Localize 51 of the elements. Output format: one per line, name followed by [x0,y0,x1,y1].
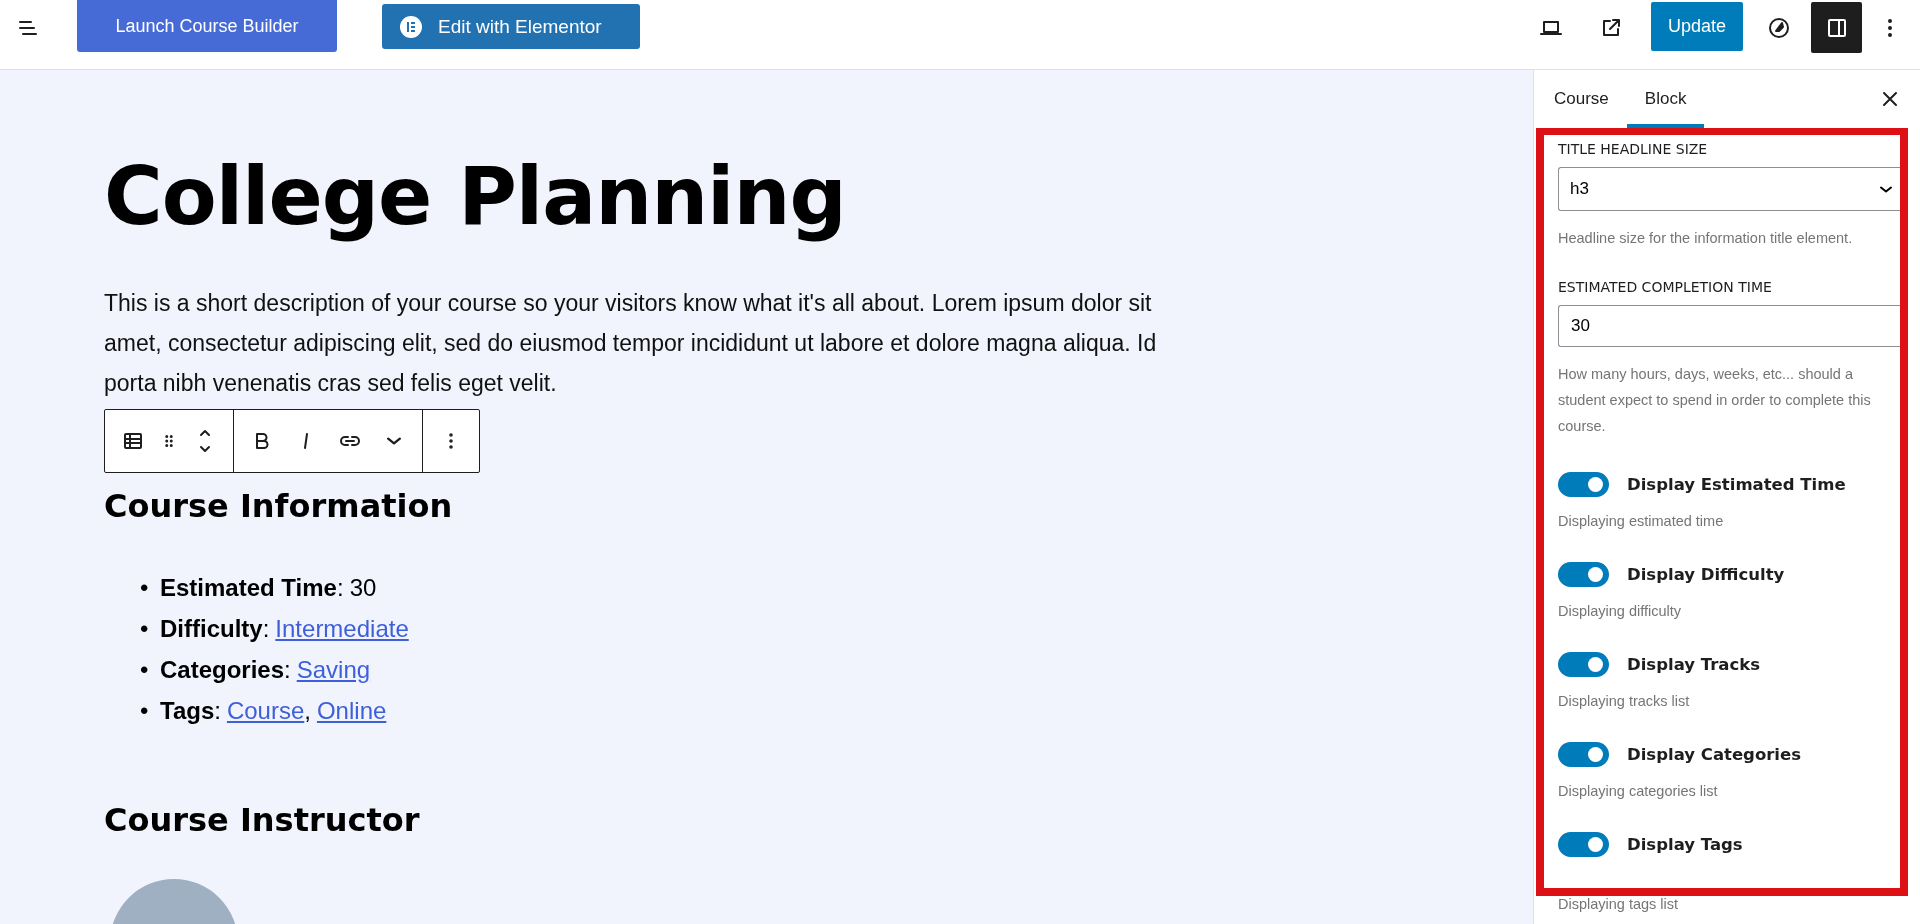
settings-panel-button[interactable] [1811,2,1862,53]
toggle-label: Display Tracks [1627,655,1761,674]
toggle-label: Display Tags [1627,835,1743,854]
bullet: • [140,696,150,726]
course-title: College Planning [104,150,847,243]
term-link[interactable]: Course [226,690,305,731]
term-link[interactable]: Intermediate [275,608,409,649]
sidebar-tab[interactable]: Course [1554,70,1627,128]
info-label: Categories: [160,655,291,685]
toggle-switch[interactable] [1558,832,1609,857]
field-label: ESTIMATED COMPLETION TIME [1558,279,1773,295]
info-label: Tags: [160,696,221,726]
help-text: Headline size for the information title element. [1558,229,1854,248]
info-label: Estimated Time: [160,573,344,603]
help-text: Displaying categories list [1558,783,1719,799]
italic-icon [303,432,309,450]
help-text: How many hours, days, weeks, etc... should a student expect to spend in order to complete this course. [1558,365,1872,436]
help-text: Displaying tags list [1558,896,1680,912]
bullet: • [140,573,150,603]
toggle-switch[interactable] [1558,562,1609,587]
info-value: 30 [349,573,377,603]
section-heading: Course Information [104,487,454,525]
help-text: Displaying difficulty [1558,603,1683,619]
term-link[interactable]: Saving [296,649,371,690]
separator: , [304,696,311,726]
toggle-label: Display Categories [1627,745,1802,764]
toggle-switch[interactable] [1558,652,1609,677]
course-description: This is a short description of your course so your visitors know what it's all about. Lorem ipsum dolor sit amet, consectetur adipiscing elit, sed do eiusmod tempor incididunt ut labore et dolore magna aliqua. Id porta nibh venenatis cras sed felis eget velit. [104,289,1158,398]
help-text: Displaying estimated time [1558,513,1725,529]
headline-size-select[interactable]: h3 [1558,167,1900,211]
completion-time-input[interactable]: 30 [1558,305,1900,347]
sidebar-tab[interactable]: Block [1626,70,1705,128]
bullet: • [140,655,150,685]
more-vertical-icon [1888,19,1892,37]
edit-with-elementor-button[interactable]: Edit with Elementor [382,4,640,49]
toggle-switch[interactable] [1558,742,1609,767]
chevron-down-icon [387,437,401,445]
chevron-down-icon [1880,185,1892,193]
elementor-logo-icon [400,15,422,38]
launch-course-builder-button[interactable]: Launch Course Builder [77,0,337,52]
term-link[interactable]: Online [316,690,387,731]
section-heading: Course Instructor [104,801,421,839]
bullet: • [140,614,150,644]
update-button[interactable]: Update [1650,2,1743,51]
toggle-label: Display Estimated Time [1627,475,1846,494]
field-label: TITLE HEADLINE SIZE [1558,141,1709,157]
toggle-switch[interactable] [1558,472,1609,497]
toggle-label: Display Difficulty [1627,565,1785,584]
info-label: Difficulty: [160,614,270,644]
help-text: Displaying tracks list [1558,693,1691,709]
more-vertical-icon [449,433,453,449]
